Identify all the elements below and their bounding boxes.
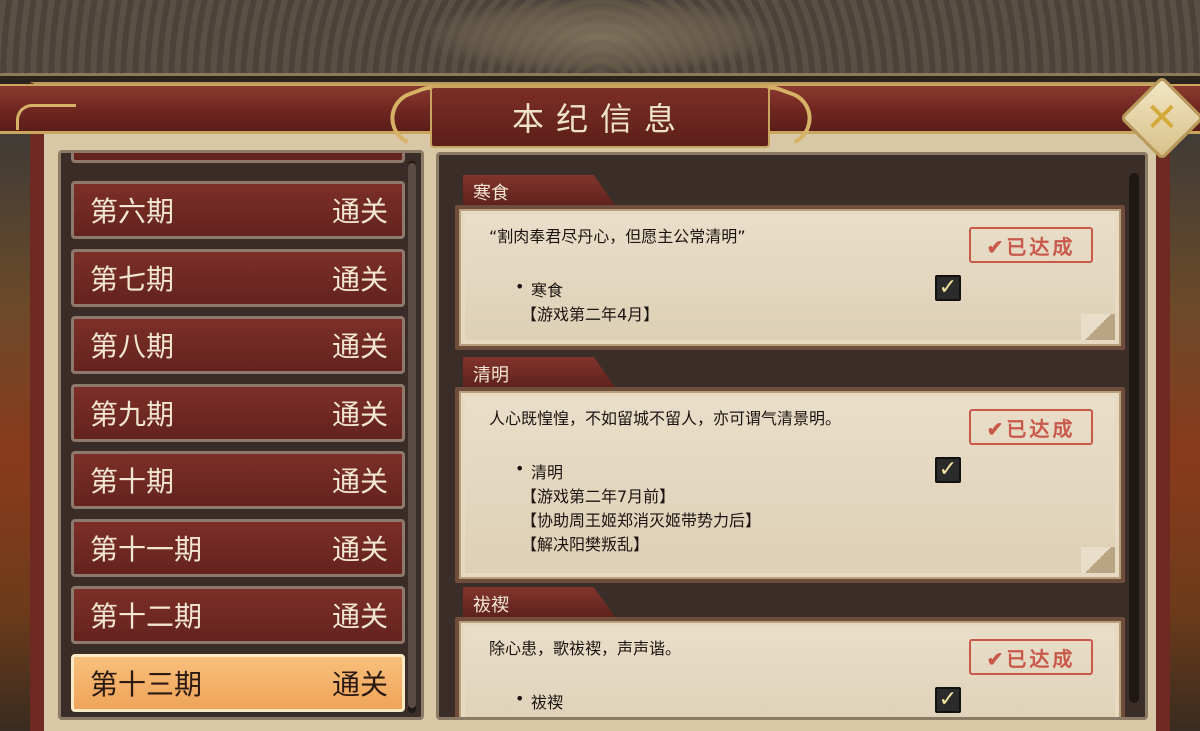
festival-detail-scrollbar[interactable] — [1129, 173, 1139, 703]
page-fold — [1081, 314, 1115, 340]
requirement-line: 【协助周王姬郑消灭姬带势力后】 — [521, 511, 762, 530]
condition-bullet: • — [515, 689, 525, 708]
festival-detail-panel[interactable]: 寒食 “割肉奉君尽丹心，但愿主公常清明” ✔已达成 • 寒食 ✓ 【游戏第二年4… — [436, 152, 1148, 720]
period-status: 通关 — [331, 195, 388, 228]
period-status: 通关 — [331, 532, 388, 566]
check-icon: ✓ — [935, 687, 961, 713]
festival-card: 除心患，歌祓禊，声声谐。 ✔已达成 • 祓禊 ✓ — [455, 617, 1125, 717]
festival-quote: 人心既惶惶，不如留城不留人，亦可谓气清景明。 — [489, 409, 842, 428]
period-item[interactable]: 第十三期 通关 — [71, 653, 405, 712]
period-item[interactable]: 第十一期 通关 — [71, 518, 405, 577]
festival-quote: “割肉奉君尽丹心，但愿主公常清明” — [489, 227, 746, 246]
period-label: 第十二期 — [90, 600, 203, 633]
achieved-stamp: ✔已达成 — [969, 409, 1093, 445]
requirement-line: 【游戏第二年4月】 — [521, 305, 660, 324]
requirement-line: 【游戏第二年7月前】 — [521, 487, 676, 506]
achieved-stamp: ✔已达成 — [969, 227, 1093, 263]
period-item[interactable]: 第六期 通关 — [71, 181, 405, 239]
condition-label: 寒食 — [531, 281, 564, 300]
period-label: 第十一期 — [90, 532, 203, 566]
condition-label: 清明 — [531, 463, 564, 482]
condition-bullet: • — [515, 459, 525, 478]
festival-quote: 除心患，歌祓禊，声声谐。 — [489, 639, 682, 658]
period-item[interactable]: 第十二期 通关 — [71, 586, 405, 644]
period-label: 第九期 — [90, 397, 175, 431]
close-icon: ✕ — [1145, 94, 1179, 141]
dialog-title: 本纪信息 — [511, 100, 688, 138]
dragon-ornament — [430, 0, 770, 72]
period-list-scrollbar-thumb[interactable] — [408, 163, 416, 708]
period-status: 通关 — [331, 397, 388, 431]
period-item[interactable]: 第七期 通关 — [71, 248, 405, 307]
festival-tab: 祓禊 — [463, 587, 615, 617]
period-label: 第八期 — [90, 330, 175, 363]
period-status: 通关 — [331, 330, 388, 363]
festival-tab: 寒食 — [463, 175, 615, 205]
page-fold — [1081, 547, 1115, 573]
background-scenery-right — [1166, 120, 1200, 731]
festival-card: “割肉奉君尽丹心，但愿主公常清明” ✔已达成 • 寒食 ✓ 【游戏第二年4月】 — [455, 205, 1125, 350]
corner-ornament-left — [16, 104, 76, 130]
period-status: 通关 — [331, 465, 388, 498]
background-scenery-left — [0, 120, 30, 731]
period-item[interactable]: 第八期 通关 — [71, 316, 405, 374]
period-label: 第六期 — [90, 195, 175, 228]
requirement-line: 【解决阳樊叛乱】 — [521, 535, 650, 554]
festival-entry: 祓禊 除心患，歌祓禊，声声谐。 ✔已达成 • 祓禊 ✓ — [455, 587, 1125, 717]
check-icon: ✓ — [935, 457, 961, 483]
period-status: 通关 — [331, 667, 388, 701]
title-plaque: 本纪信息 — [430, 86, 770, 148]
period-item-partial[interactable] — [71, 153, 405, 163]
festival-entry: 寒食 “割肉奉君尽丹心，但愿主公常清明” ✔已达成 • 寒食 ✓ 【游戏第二年4… — [455, 175, 1125, 350]
period-list-panel[interactable]: 第六期 通关 第七期 通关 第八期 通关 第九期 通关 第十期 通关 第十一期 通关 第十二期 通关 第十三… — [58, 150, 424, 720]
period-status: 通关 — [331, 262, 388, 296]
period-label: 第十三期 — [90, 667, 203, 701]
check-icon: ✓ — [935, 275, 961, 301]
festival-card: 人心既惶惶，不如留城不留人，亦可谓气清景明。 ✔已达成 • 清明 ✓ 【游戏第二… — [455, 387, 1125, 583]
period-list: 第六期 通关 第七期 通关 第八期 通关 第九期 通关 第十期 通关 第十一期 通关 第十二期 通关 第十三… — [71, 153, 405, 717]
period-item[interactable]: 第十期 通关 — [71, 451, 405, 509]
condition-bullet: • — [515, 277, 525, 296]
festival-entry: 清明 人心既惶惶，不如留城不留人，亦可谓气清景明。 ✔已达成 • 清明 ✓ 【游… — [455, 357, 1125, 585]
condition-label: 祓禊 — [531, 693, 564, 712]
period-label: 第七期 — [90, 262, 175, 296]
period-label: 第十期 — [90, 465, 175, 498]
period-status: 通关 — [331, 600, 388, 633]
achieved-stamp: ✔已达成 — [969, 639, 1093, 675]
period-item[interactable]: 第九期 通关 — [71, 383, 405, 442]
festival-tab: 清明 — [463, 357, 615, 387]
